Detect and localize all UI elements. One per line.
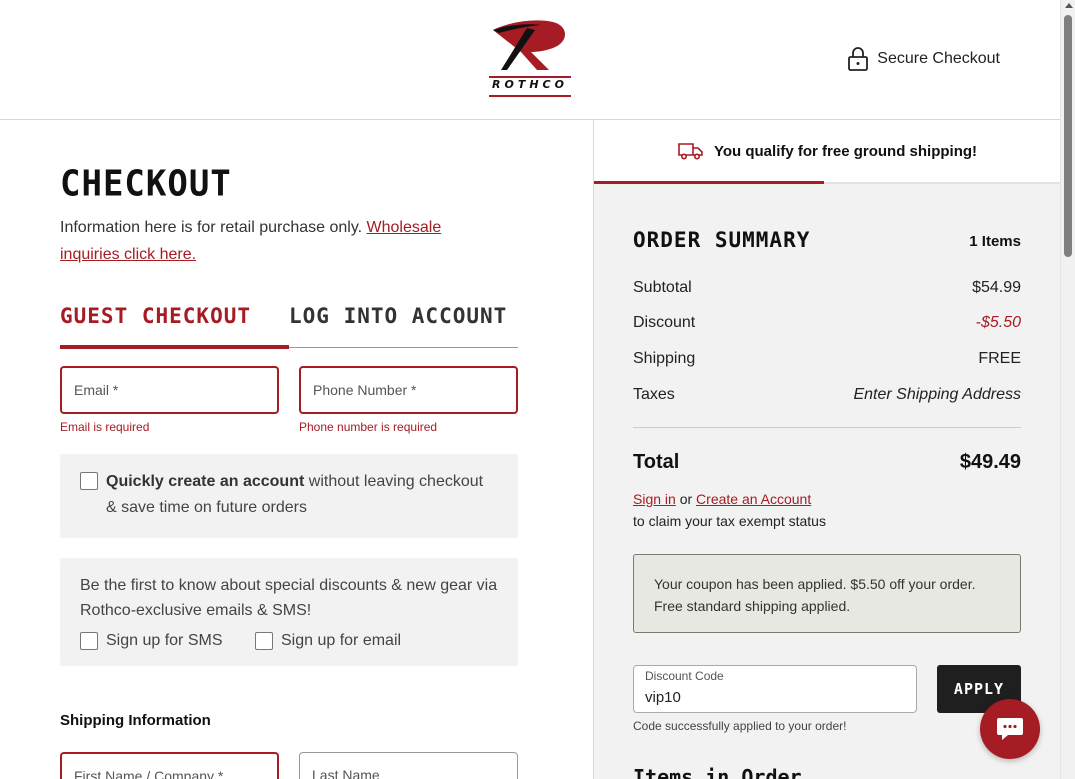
order-summary-title: ORDER SUMMARY — [633, 228, 811, 252]
active-tab-indicator — [60, 345, 289, 349]
secure-checkout: Secure Checkout — [847, 47, 1000, 71]
retail-notice-text: Information here is for retail purchase … — [60, 219, 363, 236]
sms-option[interactable]: Sign up for SMS — [80, 632, 223, 650]
discount-label: Discount — [633, 314, 696, 331]
discount-code-label: Discount Code — [645, 669, 724, 683]
create-account-link[interactable]: Create an Account — [696, 491, 811, 507]
free-shipping-banner: You qualify for free ground shipping! — [594, 120, 1061, 184]
tax-exempt-claim: Sign in or Create an Account to claim yo… — [633, 488, 826, 532]
checkout-tabs: GUEST CHECKOUT LOG INTO ACCOUNT — [60, 304, 518, 349]
retail-notice: Information here is for retail purchase … — [60, 214, 500, 268]
discount-code-value: vip10 — [645, 689, 681, 706]
phone-field[interactable]: Phone Number * — [299, 366, 518, 414]
email-signup-label: Sign up for email — [281, 632, 402, 649]
discount-value: -$5.50 — [975, 314, 1021, 331]
subtotal-row: Subtotal $54.99 — [633, 279, 1021, 297]
summary-divider — [633, 427, 1021, 428]
first-name-field[interactable]: First Name / Company * — [60, 752, 279, 779]
coupon-applied-message: Your coupon has been applied. $5.50 off … — [633, 554, 1021, 633]
tax-exempt-text: to claim your tax exempt status — [633, 513, 826, 529]
marketing-optin: Be the first to know about special disco… — [60, 558, 518, 666]
logo-r-icon — [493, 20, 565, 71]
discount-code-success: Code successfully applied to your order! — [633, 719, 847, 733]
shipping-heading: Shipping Information — [60, 712, 211, 729]
phone-placeholder: Phone Number * — [313, 382, 417, 398]
scroll-up-arrow-icon[interactable] — [1065, 3, 1073, 8]
rothco-logo[interactable]: ROTHCO — [487, 16, 573, 102]
subtotal-value: $54.99 — [972, 279, 1021, 296]
site-header: ROTHCO Secure Checkout — [0, 0, 1060, 120]
total-label: Total — [633, 451, 680, 473]
email-placeholder: Email * — [74, 382, 119, 398]
discount-row: Discount -$5.50 — [633, 314, 1021, 332]
email-option[interactable]: Sign up for email — [255, 632, 401, 650]
last-name-field[interactable]: Last Name — [299, 752, 518, 779]
subtotal-label: Subtotal — [633, 279, 692, 296]
total-value: $49.49 — [959, 451, 1021, 473]
taxes-value: Enter Shipping Address — [853, 386, 1021, 403]
chat-icon — [997, 718, 1023, 740]
lock-icon — [848, 47, 869, 71]
items-in-order-heading: Items in Order — [633, 765, 802, 779]
create-account-checkbox[interactable] — [80, 472, 98, 490]
marketing-text: Be the first to know about special disco… — [80, 577, 498, 619]
page-scrollbar[interactable] — [1060, 0, 1075, 779]
free-shipping-text: You qualify for free ground shipping! — [713, 142, 978, 160]
logo-wordmark: ROTHCO — [492, 78, 568, 91]
tab-log-into-account[interactable]: LOG INTO ACCOUNT — [289, 304, 507, 328]
order-summary-panel: You qualify for free ground shipping! OR… — [593, 120, 1061, 779]
email-error: Email is required — [60, 420, 150, 434]
first-name-placeholder: First Name / Company * — [74, 768, 224, 779]
items-count: 1 Items — [969, 233, 1021, 250]
shipping-label: Shipping — [633, 350, 696, 367]
logo-rule-bottom — [489, 95, 571, 97]
chat-button[interactable] — [980, 699, 1040, 759]
last-name-placeholder: Last Name — [312, 767, 380, 779]
secure-checkout-label: Secure Checkout — [877, 50, 1000, 67]
free-shipping-progress — [594, 181, 824, 184]
create-account-bold: Quickly create an account — [106, 473, 305, 490]
sign-in-link[interactable]: Sign in — [633, 491, 676, 507]
discount-code-input[interactable]: Discount Code vip10 — [633, 665, 917, 713]
truck-icon — [678, 143, 703, 160]
or-text: or — [679, 491, 693, 507]
scrollbar-thumb[interactable] — [1064, 15, 1072, 257]
taxes-row: Taxes Enter Shipping Address — [633, 386, 1021, 404]
sms-label: Sign up for SMS — [106, 632, 223, 649]
taxes-label: Taxes — [633, 386, 675, 403]
shipping-value: FREE — [978, 350, 1021, 367]
total-row: Total $49.49 — [633, 451, 1021, 474]
page-title: CHECKOUT — [60, 163, 232, 205]
email-field[interactable]: Email * — [60, 366, 279, 414]
sms-checkbox[interactable] — [80, 632, 98, 650]
phone-error: Phone number is required — [299, 420, 438, 434]
create-account-text: Quickly create an account without leavin… — [106, 469, 486, 521]
email-signup-checkbox[interactable] — [255, 632, 273, 650]
create-account-option: Quickly create an account without leavin… — [60, 454, 518, 538]
shipping-row: Shipping FREE — [633, 350, 1021, 368]
tab-guest-checkout[interactable]: GUEST CHECKOUT — [60, 304, 251, 328]
